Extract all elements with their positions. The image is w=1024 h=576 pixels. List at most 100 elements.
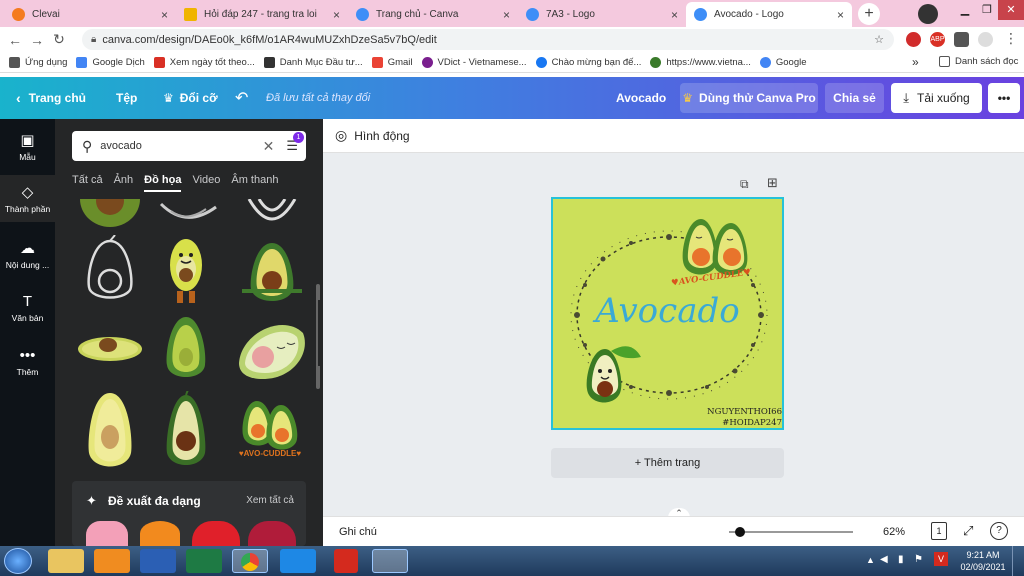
tab-all[interactable]: Tất cả — [72, 174, 103, 192]
action-center-icon[interactable]: ⚑ — [914, 554, 923, 565]
file-menu-button[interactable]: Tệp — [116, 77, 137, 119]
browser-tab-clevai[interactable]: Clevai × — [4, 2, 176, 27]
internet-explorer-icon[interactable] — [280, 549, 316, 573]
undo-icon[interactable]: ↶ — [235, 77, 248, 119]
volume-icon[interactable]: ◀ — [880, 554, 888, 565]
network-icon[interactable]: ▮ — [898, 554, 904, 565]
browser-tab-canva-home[interactable]: Trang chủ - Canva × — [348, 2, 518, 27]
rail-item-elements[interactable]: ◇ Thành phần — [0, 175, 55, 222]
see-all-link[interactable]: Xem tất cả — [246, 495, 294, 506]
graphic-avocado-half[interactable] — [237, 235, 307, 307]
graphic-avocado-slice[interactable] — [75, 313, 145, 385]
suggestion-thumb-red[interactable] — [192, 521, 240, 546]
extensions-puzzle-icon[interactable] — [954, 32, 969, 47]
notes-button[interactable]: Ghi chú — [339, 526, 377, 538]
add-page-button[interactable]: + Thêm trang — [551, 448, 784, 478]
clear-search-icon[interactable]: ✕ — [263, 138, 275, 155]
graphic-avo-cuddle[interactable]: ♥AVO-CUDDLE♥ — [233, 393, 307, 465]
search-input[interactable]: avocado — [100, 140, 142, 152]
duplicate-page-icon[interactable]: ⧉ — [740, 177, 749, 192]
close-icon[interactable]: × — [503, 8, 510, 22]
animate-button[interactable]: ◎ Hình động — [335, 127, 410, 144]
resize-button[interactable]: ♛ Đổi cỡ — [163, 77, 218, 119]
back-arrow-icon[interactable]: ← — [4, 32, 26, 48]
suggestion-thumb-orange[interactable] — [140, 521, 180, 546]
bookmark-gmail[interactable]: Gmail — [371, 56, 413, 68]
try-canva-pro-button[interactable]: ♛ Dùng thử Canva Pro — [680, 83, 818, 113]
media-player-icon[interactable] — [94, 549, 130, 573]
graphic-avocado-pit[interactable] — [151, 386, 221, 465]
adblock-icon[interactable]: ABP — [930, 32, 945, 47]
bookmark-google[interactable]: Google — [759, 56, 807, 68]
file-explorer-icon[interactable] — [48, 549, 84, 573]
browser-tab-avocado-logo[interactable]: Avocado - Logo × — [686, 2, 852, 27]
browser-tab-7a3-logo[interactable]: 7A3 - Logo × — [518, 2, 686, 27]
bookmark-star-icon[interactable]: ☆ — [874, 33, 884, 46]
browser-tab-hoidap[interactable]: Hỏi đáp 247 - trang tra loi × — [176, 2, 348, 27]
page-count-button[interactable]: 1 — [931, 522, 947, 540]
tab-graphics[interactable]: Đồ họa — [144, 174, 182, 192]
rail-item-more[interactable]: ••• Thêm — [0, 347, 55, 377]
paint-icon[interactable] — [372, 549, 408, 573]
search-box[interactable]: ⚲ avocado ✕ ☰ 1 — [72, 131, 306, 161]
design-artboard[interactable]: ♥AVO-CUDDLE♥ Avocado NGUYENTHOI66 #HOIDA… — [551, 197, 784, 430]
reload-icon[interactable]: ↻ — [48, 31, 70, 48]
graphic-avocado-half-top[interactable] — [75, 199, 145, 229]
suggestion-thumb-pink[interactable] — [86, 521, 128, 546]
home-back-button[interactable]: ‹ Trang chủ — [16, 77, 86, 119]
close-window-icon[interactable]: ✕ — [998, 0, 1024, 20]
bookmark-vdict[interactable]: VDict - Vietnamese... — [421, 56, 527, 68]
close-icon[interactable]: × — [837, 8, 844, 22]
new-tab-button[interactable]: + — [858, 3, 880, 25]
graphic-avocado-cut[interactable] — [75, 391, 145, 467]
filter-icon[interactable]: ☰ 1 — [286, 132, 304, 154]
tab-audio[interactable]: Âm thanh — [231, 174, 278, 192]
tray-expand-icon[interactable]: ▲ — [866, 555, 875, 565]
design-title[interactable]: Avocado — [616, 77, 666, 119]
close-icon[interactable]: × — [161, 8, 168, 22]
close-icon[interactable]: × — [333, 8, 340, 22]
word-icon[interactable] — [140, 549, 176, 573]
app-icon-red[interactable] — [334, 549, 358, 573]
unikey-icon[interactable]: V — [934, 552, 948, 566]
reading-list[interactable]: Danh sách đọc — [939, 56, 1018, 67]
rail-item-text[interactable]: T Văn bản — [0, 293, 55, 323]
start-button-icon[interactable] — [4, 548, 32, 574]
graphic-avocado-character[interactable] — [151, 235, 221, 307]
design-title-text[interactable]: Avocado — [553, 291, 782, 331]
bookmark-google-translate[interactable]: Google Dịch — [76, 56, 145, 68]
forward-arrow-icon[interactable]: → — [26, 32, 48, 48]
zoom-level[interactable]: 62% — [883, 526, 905, 538]
show-desktop-button[interactable] — [1012, 546, 1024, 576]
help-button[interactable]: ? — [990, 522, 1008, 540]
browser-menu-icon[interactable]: ⋮ — [1004, 30, 1018, 47]
download-button[interactable]: ⤓ Tải xuống — [891, 83, 982, 113]
fullscreen-icon[interactable]: ⤢ — [963, 523, 973, 539]
minimize-window-icon[interactable]: ▁ — [954, 0, 976, 20]
bookmark-danh-muc[interactable]: Danh Mục Đầu tư... — [263, 56, 363, 68]
bookmark-vietna[interactable]: https://www.vietna... — [650, 56, 751, 68]
rail-item-templates[interactable]: ▣ Mẫu — [0, 131, 55, 162]
bookmark-xem-ngay[interactable]: Xem ngày tốt theo... — [153, 56, 255, 68]
close-icon[interactable]: × — [671, 8, 678, 22]
bookmark-apps[interactable]: Ứng dụng — [9, 56, 67, 68]
excel-icon[interactable] — [186, 549, 222, 573]
account-avatar-icon[interactable] — [978, 32, 993, 47]
graphic-avocado-sketch-top[interactable] — [151, 199, 221, 229]
more-options-button[interactable]: ••• — [988, 83, 1020, 113]
graphic-avocado-outline-top[interactable] — [237, 199, 307, 229]
restore-window-icon[interactable]: ❐ — [976, 0, 998, 20]
tab-photos[interactable]: Ảnh — [114, 174, 134, 192]
graphic-avocado-sleeping[interactable] — [233, 313, 307, 385]
more-bookmarks-icon[interactable]: » — [912, 55, 919, 69]
extension-shield-icon[interactable] — [906, 32, 921, 47]
profile-menu-icon[interactable] — [918, 4, 938, 24]
add-page-icon[interactable]: ⊞ — [767, 175, 778, 191]
bookmark-facebook[interactable]: Chào mừng bạn đế... — [535, 56, 641, 68]
design-credit[interactable]: NGUYENTHOI66 #HOIDAP247 — [707, 407, 782, 428]
suggestion-thumb-heart[interactable] — [248, 521, 296, 546]
chrome-icon[interactable] — [232, 549, 268, 573]
rail-item-uploads[interactable]: ☁ Nội dung ... — [0, 239, 55, 270]
share-button[interactable]: Chia sẻ — [825, 83, 884, 113]
graphic-avocado-outline[interactable] — [75, 234, 145, 307]
